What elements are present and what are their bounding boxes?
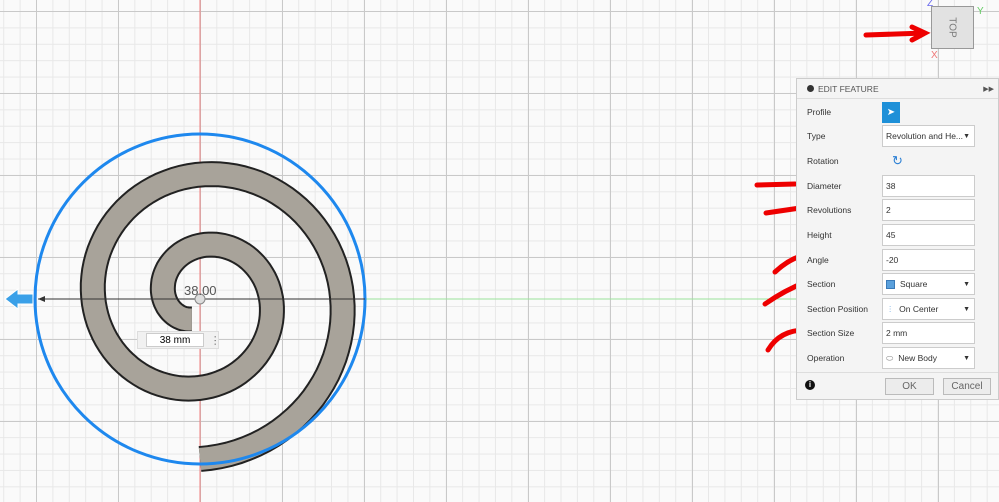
y-axis-label: Y <box>977 6 984 17</box>
diameter-label: Diameter <box>807 181 842 191</box>
rotation-label: Rotation <box>807 156 839 166</box>
revolutions-input[interactable]: 2 <box>882 199 975 221</box>
profile-select-button[interactable]: ➤ <box>882 101 900 123</box>
angle-value: -20 <box>886 255 899 265</box>
section-position-dropdown[interactable]: ⫶ On Center ▼ <box>882 298 975 320</box>
operation-label: Operation <box>807 353 845 363</box>
operation-dropdown[interactable]: ⬭ New Body ▼ <box>882 347 975 369</box>
height-label: Height <box>807 230 832 240</box>
new-body-icon: ⬭ <box>886 352 894 363</box>
height-value: 45 <box>886 230 896 240</box>
ok-button[interactable]: OK <box>885 378 934 395</box>
square-icon <box>886 279 895 289</box>
drag-arrow-icon[interactable] <box>4 287 34 311</box>
type-value: Revolution and He... <box>886 131 964 141</box>
section-dropdown[interactable]: Square ▼ <box>882 273 975 295</box>
section-label: Section <box>807 279 836 289</box>
dimension-arrow-left <box>38 296 45 302</box>
revolutions-value: 2 <box>886 205 891 215</box>
profile-label: Profile <box>807 107 832 117</box>
chevron-down-icon: ▼ <box>963 354 970 362</box>
cancel-button[interactable]: Cancel <box>943 378 991 395</box>
rotation-toggle-icon[interactable]: ↻ <box>892 153 903 169</box>
info-icon[interactable]: i <box>805 380 815 390</box>
section-size-input[interactable]: 2 mm <box>882 322 975 344</box>
angle-label: Angle <box>807 255 829 265</box>
diameter-value: 38 <box>886 181 896 191</box>
panel-footer: i OK Cancel <box>797 372 998 400</box>
edit-feature-panel: EDIT FEATURE ▶▶ Profile ➤ Type Revolution a… <box>796 78 999 400</box>
view-cube[interactable]: TOP <box>931 6 974 49</box>
panel-title: EDIT FEATURE <box>818 83 879 94</box>
more-options-icon[interactable]: ⋯ <box>209 335 222 346</box>
chevron-down-icon: ▼ <box>963 305 970 313</box>
view-cube-face: TOP <box>946 17 958 38</box>
revolutions-label: Revolutions <box>807 205 852 215</box>
collapse-icon[interactable] <box>807 85 814 92</box>
section-size-label: Section Size <box>807 328 855 338</box>
chevron-down-icon: ▼ <box>963 280 970 288</box>
dimension-input-box: ⋯ <box>137 331 222 349</box>
height-input[interactable]: 45 <box>882 224 975 246</box>
section-position-label: Section Position <box>807 304 868 314</box>
panel-header: EDIT FEATURE ▶▶ <box>797 79 998 99</box>
expand-icon[interactable]: ▶▶ <box>983 85 994 93</box>
x-axis-label: X <box>931 50 938 61</box>
type-dropdown[interactable]: Revolution and He... ▼ <box>882 125 975 147</box>
dimension-label: 38.00 <box>184 283 217 298</box>
angle-input[interactable]: -20 <box>882 249 975 271</box>
type-label: Type <box>807 131 826 141</box>
dimension-input[interactable] <box>146 333 204 347</box>
section-value: Square <box>900 279 928 289</box>
section-size-value: 2 mm <box>886 328 908 338</box>
chevron-down-icon: ▼ <box>963 132 970 140</box>
diameter-input[interactable]: 38 <box>882 175 975 197</box>
section-position-value: On Center <box>899 304 939 314</box>
on-center-icon: ⫶ <box>889 303 892 314</box>
operation-value: New Body <box>898 353 938 363</box>
spiral-body[interactable] <box>81 163 354 470</box>
